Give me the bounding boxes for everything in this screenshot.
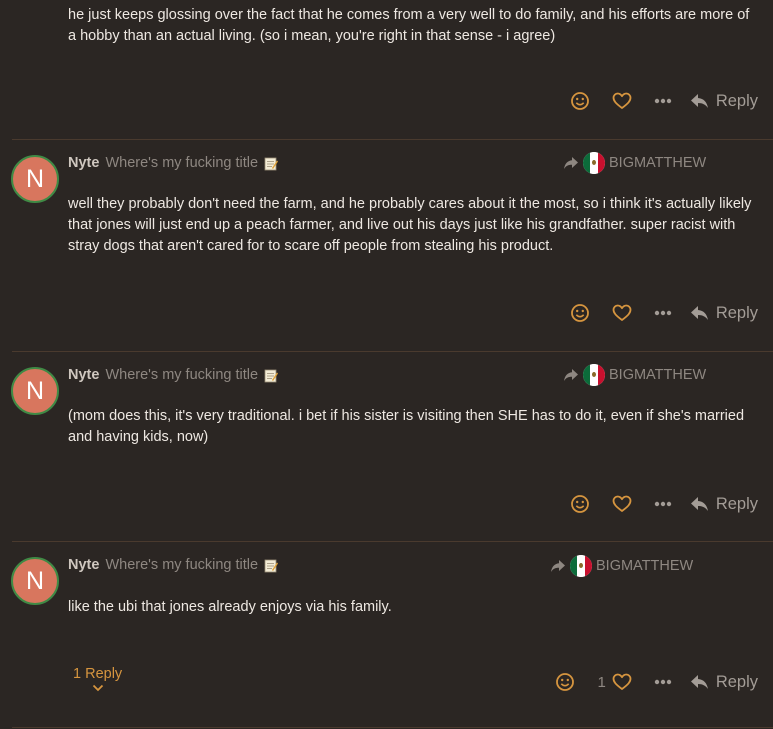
post-actions: Reply	[570, 302, 758, 324]
reply-to-username: BIGMATTHEW	[596, 558, 694, 574]
post-meta: Nyte Where's my fucking title	[68, 155, 279, 171]
user-title: Where's my fucking title	[105, 367, 259, 383]
reply-arrow-icon	[690, 497, 708, 511]
avatar[interactable]: N	[11, 367, 59, 415]
reply-to[interactable]: BIGMATTHEW	[550, 555, 693, 577]
chevron-down-icon	[92, 684, 103, 692]
reply-label: Reply	[715, 672, 758, 691]
like-button[interactable]	[612, 304, 632, 322]
memo-icon	[264, 157, 279, 171]
post-meta: Nyte Where's my fucking title	[68, 367, 279, 383]
user-title: Where's my fucking title	[105, 557, 259, 573]
memo-icon	[264, 369, 279, 383]
smile-icon[interactable]	[570, 494, 590, 514]
post: he just keeps glossing over the fact tha…	[0, 0, 773, 140]
post-meta: Nyte Where's my fucking title	[68, 557, 279, 573]
user-title: Where's my fucking title	[105, 155, 259, 171]
post: N Nyte Where's my fucking title BIGMATTH…	[0, 140, 773, 352]
post-actions: 1 Reply	[555, 671, 758, 693]
reply-to-avatar	[583, 364, 605, 386]
reply-arrow-icon	[690, 675, 708, 689]
post: N Nyte Where's my fucking title BIGMATTH…	[0, 542, 773, 728]
smile-icon[interactable]	[570, 303, 590, 323]
smile-icon[interactable]	[570, 91, 590, 111]
reply-to[interactable]: BIGMATTHEW	[563, 152, 706, 174]
post-body: (mom does this, it's very traditional. i…	[68, 408, 745, 445]
reply-label: Reply	[715, 91, 758, 110]
reply-button[interactable]: Reply	[690, 304, 758, 323]
topic-stream: he just keeps glossing over the fact tha…	[0, 0, 773, 729]
reply-label: Reply	[715, 494, 758, 513]
reply-label: Reply	[715, 303, 758, 322]
ellipsis-icon[interactable]	[654, 98, 672, 104]
share-arrow-icon	[564, 369, 578, 381]
heart-icon	[612, 92, 632, 109]
ellipsis-icon[interactable]	[654, 310, 672, 316]
like-button[interactable]: 1	[597, 673, 632, 691]
share-arrow-icon	[551, 560, 565, 572]
post-actions: Reply	[570, 493, 758, 515]
reply-button[interactable]: Reply	[690, 92, 758, 111]
username[interactable]: Nyte	[68, 155, 99, 171]
reply-arrow-icon	[690, 306, 708, 320]
ellipsis-icon[interactable]	[654, 679, 672, 685]
heart-icon	[612, 495, 632, 512]
post-divider	[12, 727, 773, 728]
username[interactable]: Nyte	[68, 367, 99, 383]
like-button[interactable]	[612, 495, 632, 513]
post-body: he just keeps glossing over the fact tha…	[68, 7, 750, 44]
post: N Nyte Where's my fucking title BIGMATTH…	[0, 352, 773, 542]
memo-icon	[264, 559, 279, 573]
ellipsis-icon[interactable]	[654, 501, 672, 507]
reply-to-username: BIGMATTHEW	[609, 155, 707, 171]
smile-icon[interactable]	[555, 672, 575, 692]
avatar[interactable]: N	[11, 155, 59, 203]
heart-icon	[612, 673, 632, 690]
reply-arrow-icon	[690, 94, 708, 108]
reply-button[interactable]: Reply	[690, 495, 758, 514]
post-body: well they probably don't need the farm, …	[68, 196, 752, 254]
reply-to-avatar	[570, 555, 592, 577]
reply-to-username: BIGMATTHEW	[609, 367, 707, 383]
reply-button[interactable]: Reply	[690, 673, 758, 692]
post-actions: Reply	[570, 90, 758, 112]
reply-to-avatar	[583, 152, 605, 174]
share-arrow-icon	[564, 157, 578, 169]
avatar[interactable]: N	[11, 557, 59, 605]
show-replies-button[interactable]: 1 Reply	[73, 666, 122, 692]
reply-to[interactable]: BIGMATTHEW	[563, 364, 706, 386]
like-button[interactable]	[612, 92, 632, 110]
replies-count: 1 Reply	[73, 666, 123, 682]
post-body: like the ubi that jones already enjoys v…	[68, 599, 392, 615]
heart-icon	[612, 304, 632, 321]
like-count: 1	[597, 673, 606, 691]
username[interactable]: Nyte	[68, 557, 99, 573]
